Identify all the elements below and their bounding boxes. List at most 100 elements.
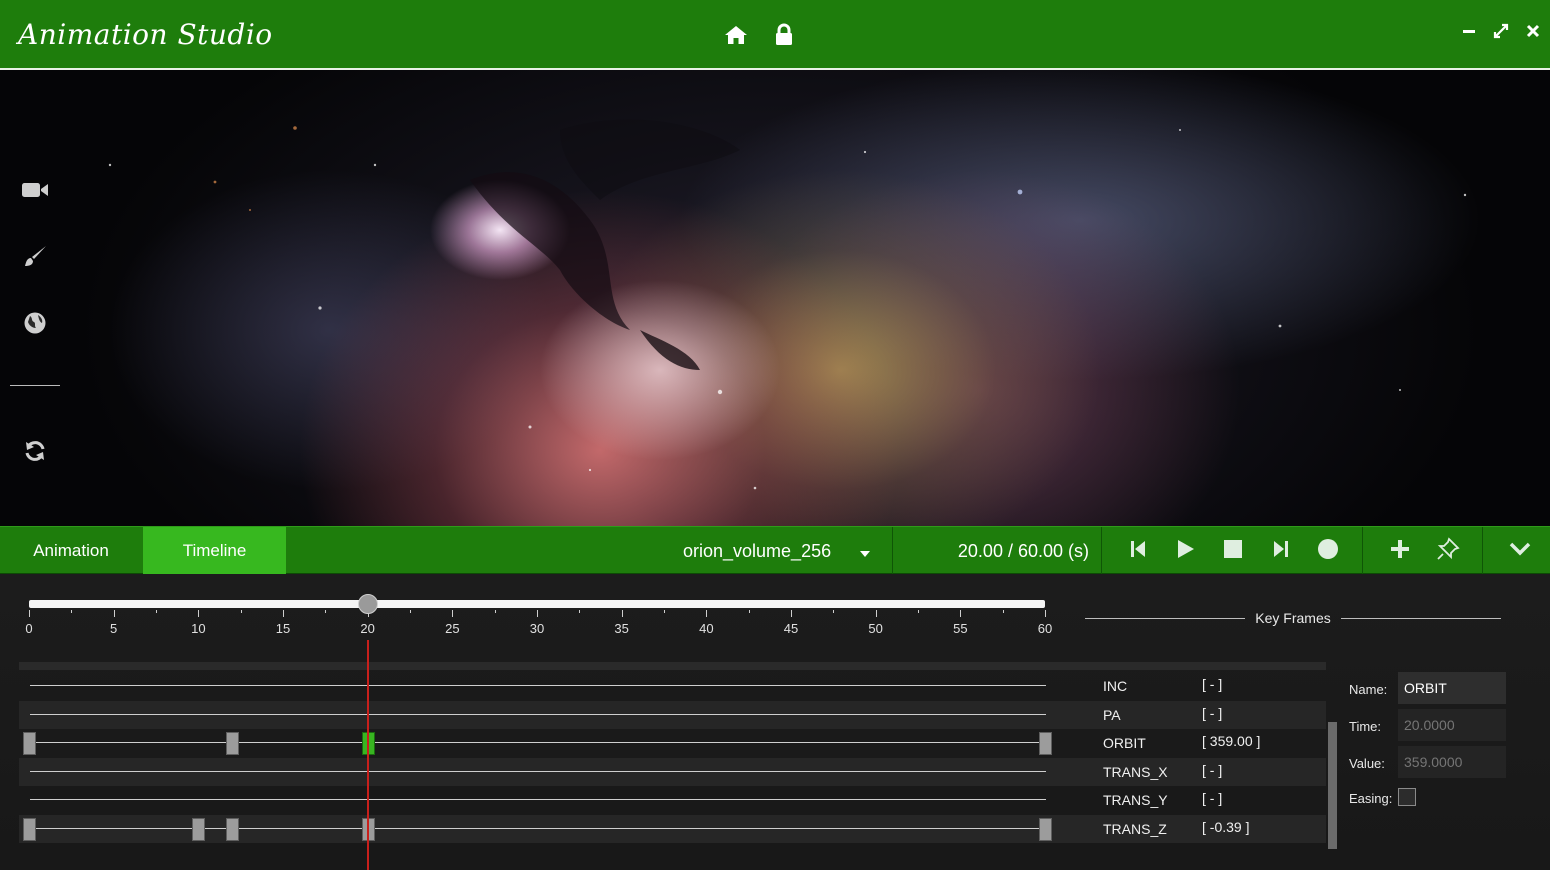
easing-checkbox[interactable] <box>1398 788 1416 806</box>
time-field[interactable] <box>1398 709 1506 741</box>
skip-back-icon <box>1127 538 1149 565</box>
dataset-dropdown[interactable]: orion_volume_256 <box>672 527 892 575</box>
tick-label: 20 <box>360 621 375 636</box>
time-readout: 20.00 / 60.00 (s) <box>957 540 1089 561</box>
video-camera-icon[interactable] <box>20 175 50 205</box>
track-row-trans_x[interactable]: TRANS_X [ - ] <box>19 757 1326 786</box>
track-row-orbit[interactable]: ORBIT [ 359.00 ] <box>19 729 1326 757</box>
collapse-panel-button[interactable] <box>1507 538 1533 564</box>
track-scrollbar[interactable] <box>1328 722 1337 849</box>
pin-button[interactable] <box>1435 536 1461 566</box>
value-field[interactable] <box>1398 746 1506 778</box>
major-tick <box>1045 610 1046 617</box>
tick-label: 60 <box>1037 621 1053 636</box>
divider <box>1482 527 1483 575</box>
maximize-icon <box>1493 23 1509 44</box>
track-line <box>30 713 1046 715</box>
nebula-render <box>108 119 1467 490</box>
minor-tick <box>918 610 919 613</box>
playhead[interactable] <box>366 640 369 870</box>
track-line <box>30 742 1046 743</box>
title-bar: Animation Studio <box>0 0 1550 70</box>
track-row-pa[interactable]: PA [ - ] <box>19 700 1326 729</box>
pin-icon <box>1436 536 1460 566</box>
tab-timeline[interactable]: Timeline <box>143 527 286 575</box>
minor-tick <box>664 610 665 613</box>
major-tick <box>960 610 962 617</box>
keyframe[interactable] <box>23 732 36 755</box>
keyframe[interactable] <box>226 732 240 755</box>
close-button[interactable] <box>1522 22 1544 44</box>
track-name: ORBIT <box>1103 735 1146 751</box>
keyframe[interactable] <box>192 817 206 841</box>
minor-tick <box>71 610 73 613</box>
maximize-button[interactable] <box>1490 22 1512 44</box>
skip-forward-button[interactable] <box>1268 538 1294 564</box>
skip-forward-icon <box>1270 538 1292 565</box>
tick-label: 10 <box>191 621 206 636</box>
track-row-trans_y[interactable]: TRANS_Y [ - ] <box>19 786 1326 814</box>
skip-back-button[interactable] <box>1125 538 1151 564</box>
track-value: [ - ] <box>1202 790 1223 806</box>
keyframe[interactable] <box>1039 817 1052 841</box>
time-slider-thumb[interactable] <box>357 594 378 614</box>
time-label: Time: <box>1349 719 1382 734</box>
keyframes-title: Key Frames <box>1255 610 1331 626</box>
record-icon <box>1317 538 1339 565</box>
stop-button[interactable] <box>1220 538 1246 564</box>
minor-tick <box>579 610 581 613</box>
divider <box>1362 527 1363 575</box>
refresh-icon[interactable] <box>20 436 50 466</box>
tick-label: 0 <box>25 621 33 636</box>
close-icon <box>1526 24 1540 43</box>
track-name: TRANS_Z <box>1103 820 1167 837</box>
minor-tick <box>240 610 242 613</box>
render-viewport[interactable] <box>0 70 1550 526</box>
sidebar-divider <box>10 385 60 386</box>
minor-tick <box>156 610 157 613</box>
tab-animation[interactable]: Animation <box>0 527 142 575</box>
track-value: [ -0.39 ] <box>1202 818 1250 835</box>
tick-label: 50 <box>868 621 883 636</box>
divider <box>1101 527 1102 575</box>
record-button[interactable] <box>1315 538 1341 564</box>
track-name: INC <box>1103 678 1128 694</box>
track-value: [ - ] <box>1202 761 1223 778</box>
major-tick <box>29 610 30 617</box>
minor-tick <box>494 610 496 613</box>
tick-label: 45 <box>783 621 799 636</box>
dataset-selected: orion_volume_256 <box>683 540 832 561</box>
track-row-trans_z[interactable]: TRANS_Z [ -0.39 ] <box>19 814 1326 843</box>
minor-tick <box>410 610 411 613</box>
track-line <box>30 827 1046 829</box>
globe-icon[interactable] <box>20 308 50 338</box>
major-tick <box>875 610 877 617</box>
timeline-panel: 0 5 10 15 20 25 30 35 40 45 50 55 60 Key Frames INC [… <box>0 574 1550 870</box>
keyframe[interactable] <box>226 817 240 841</box>
keyframe[interactable] <box>1039 732 1052 755</box>
easing-label: Easing: <box>1349 791 1393 806</box>
minimize-button[interactable] <box>1458 22 1480 44</box>
name-field[interactable] <box>1398 672 1506 704</box>
major-tick <box>791 610 792 617</box>
chevron-down-icon <box>859 546 871 564</box>
divider <box>1341 618 1501 619</box>
add-keyframe-button[interactable] <box>1387 538 1413 564</box>
lock-icon[interactable] <box>771 22 797 48</box>
keyframe[interactable] <box>23 817 36 841</box>
app-title: Animation Studio <box>18 18 273 51</box>
control-bar: Animation Timeline orion_volume_256 20.0… <box>0 526 1550 575</box>
major-tick <box>452 610 454 617</box>
track-value: [ 359.00 ] <box>1202 733 1261 749</box>
paint-brush-icon[interactable] <box>20 242 50 272</box>
track-line <box>30 685 1046 686</box>
track-name: TRANS_Y <box>1103 792 1168 808</box>
home-icon[interactable] <box>723 22 749 48</box>
track-value: [ - ] <box>1202 704 1223 721</box>
tick-label: 40 <box>699 621 714 636</box>
play-button[interactable] <box>1172 538 1198 564</box>
time-slider[interactable] <box>29 600 1045 608</box>
track-name: PA <box>1103 706 1121 723</box>
track-row-inc[interactable]: INC [ - ] <box>19 672 1326 700</box>
tick-label: 5 <box>110 621 118 636</box>
